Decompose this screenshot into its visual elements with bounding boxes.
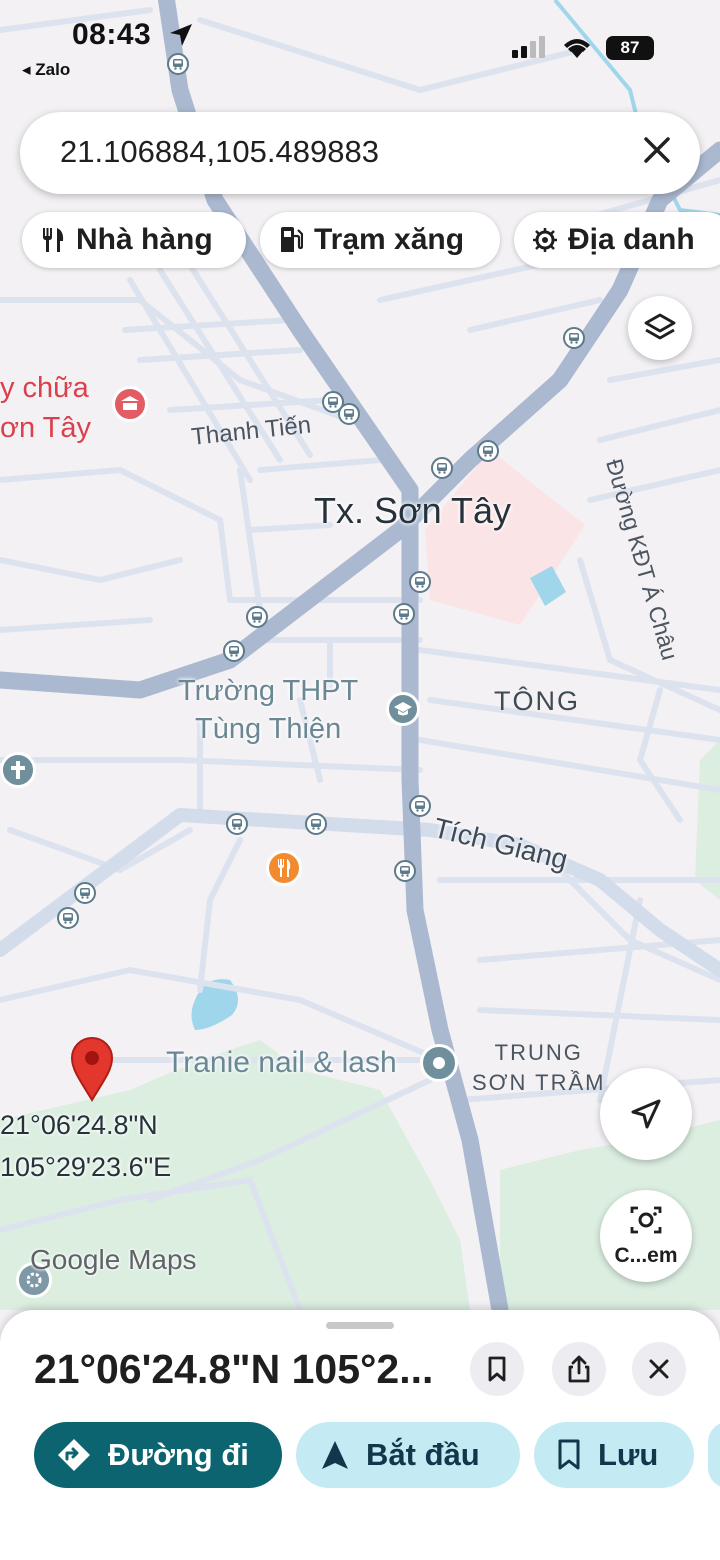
restaurant-icon	[38, 225, 68, 255]
map-label-trung-son-tram: TRUNG SƠN TRẦM	[472, 1038, 605, 1098]
chip-landmarks[interactable]: Địa danh	[514, 212, 720, 268]
bus-stop-icon[interactable]	[246, 606, 268, 628]
layers-icon	[644, 313, 676, 340]
landmark-icon	[530, 225, 560, 255]
close-icon[interactable]	[638, 134, 676, 172]
bus-stop-icon[interactable]	[167, 53, 189, 75]
map-label-tong: TÔNG	[494, 686, 580, 716]
location-arrow-outline-icon	[631, 1099, 661, 1129]
back-to-app-link[interactable]: ◂ Zalo	[22, 60, 70, 80]
bus-stop-icon[interactable]	[409, 795, 431, 817]
church-icon[interactable]	[0, 752, 36, 788]
lens-button-label: C...em	[614, 1244, 678, 1267]
camera-search-icon	[630, 1206, 662, 1234]
school-icon[interactable]	[386, 692, 420, 726]
bus-stop-icon[interactable]	[431, 457, 453, 479]
bus-stop-icon[interactable]	[57, 907, 79, 929]
bus-stop-icon[interactable]	[409, 571, 431, 593]
search-input[interactable]	[60, 134, 620, 170]
bookmark-icon	[488, 1356, 506, 1382]
map-label-school-line2: Tùng Thiện	[195, 713, 342, 745]
start-button[interactable]: Bắt đầu	[296, 1422, 520, 1488]
start-button-label: Bắt đầu	[366, 1437, 480, 1472]
status-time: 08:43	[72, 18, 152, 51]
map-label-pin-lat: 21°06'24.8"N	[0, 1110, 158, 1140]
place-marker-icon[interactable]	[420, 1044, 458, 1082]
directions-icon	[56, 1437, 92, 1473]
chip-gas-stations-label: Trạm xăng	[314, 223, 465, 256]
bus-stop-icon[interactable]	[393, 603, 415, 625]
map-label-museum: y chữa ơn Tây	[0, 368, 91, 448]
map-label-pin-coords: 21°06'24.8"N 105°29'23.6"E	[0, 1104, 171, 1188]
bus-stop-icon[interactable]	[226, 813, 248, 835]
bus-stop-icon[interactable]	[394, 860, 416, 882]
bus-stop-icon[interactable]	[563, 327, 585, 349]
wifi-icon	[560, 34, 594, 65]
bus-stop-icon[interactable]	[477, 440, 499, 462]
search-bar[interactable]	[20, 112, 700, 194]
google-maps-watermark: Google Maps	[30, 1244, 197, 1275]
my-location-button[interactable]	[600, 1068, 692, 1160]
chip-landmarks-label: Địa danh	[568, 223, 695, 256]
bus-stop-icon[interactable]	[74, 882, 96, 904]
map-label-pin-lng: 105°29'23.6"E	[0, 1152, 172, 1182]
layers-button[interactable]	[628, 296, 692, 360]
sheet-drag-handle[interactable]	[326, 1322, 394, 1329]
map-label-school-line1: Trường THPT	[178, 675, 359, 707]
chip-restaurants-label: Nhà hàng	[76, 223, 213, 256]
close-icon	[649, 1359, 669, 1379]
share-icon	[568, 1355, 590, 1383]
place-bottom-sheet[interactable]: 21°06'24.8"N 105°2... Đường đi Bắt đầu L…	[0, 1310, 720, 1560]
navigation-arrow-icon	[320, 1439, 350, 1471]
map-label-museum-line2: ơn Tây	[0, 412, 92, 444]
save-button-label: Lưu	[598, 1437, 659, 1472]
museum-icon[interactable]	[112, 386, 148, 422]
bookmark-button[interactable]	[470, 1342, 524, 1396]
chip-gas-stations[interactable]: Trạm xăng	[260, 212, 500, 268]
close-sheet-button[interactable]	[632, 1342, 686, 1396]
map-label-trung-line2: SƠN TRẦM	[472, 1070, 606, 1095]
restaurant-poi-icon[interactable]	[266, 850, 302, 886]
map-label-trung-line1: TRUNG	[494, 1040, 583, 1065]
map-label-school: Trường THPT Tùng Thiện	[178, 672, 358, 748]
directions-button[interactable]: Đường đi	[34, 1422, 282, 1488]
more-actions-button[interactable]	[708, 1422, 720, 1488]
bookmark-icon	[556, 1439, 582, 1471]
bus-stop-icon[interactable]	[305, 813, 327, 835]
location-arrow-icon	[168, 22, 194, 53]
bus-stop-icon[interactable]	[338, 403, 360, 425]
gas-station-icon	[276, 225, 306, 255]
directions-button-label: Đường đi	[108, 1437, 249, 1472]
battery-indicator: 87	[606, 36, 654, 60]
save-button[interactable]: Lưu	[534, 1422, 694, 1488]
map-label-museum-line1: y chữa	[0, 372, 89, 404]
share-button[interactable]	[552, 1342, 606, 1396]
lens-button[interactable]: C...em	[600, 1190, 692, 1282]
map-label-tranie: Tranie nail & lash	[166, 1046, 397, 1079]
sheet-title: 21°06'24.8"N 105°2...	[34, 1346, 434, 1392]
chip-restaurants[interactable]: Nhà hàng	[22, 212, 246, 268]
map-label-town: Tx. Sơn Tây	[314, 490, 511, 531]
bus-stop-icon[interactable]	[223, 640, 245, 662]
cellular-signal-icon	[512, 36, 548, 63]
